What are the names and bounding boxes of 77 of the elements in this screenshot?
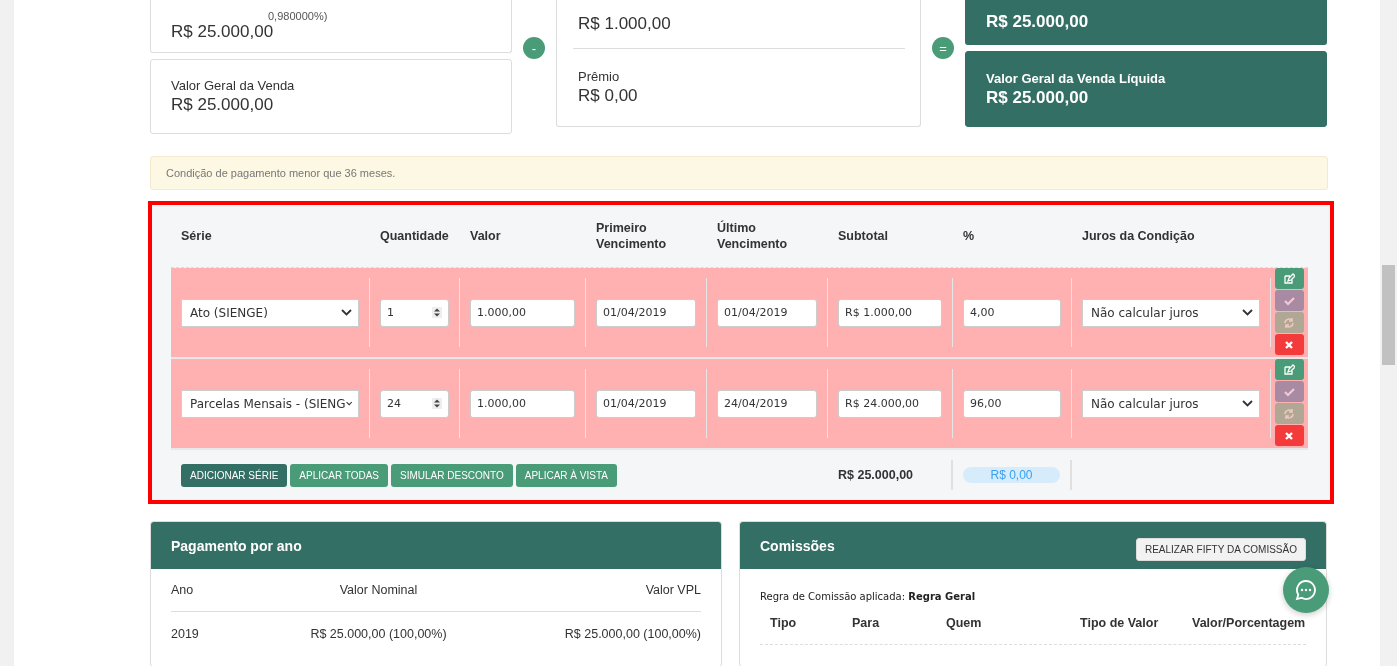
column-header: Série xyxy=(180,228,213,244)
column-header: Valor xyxy=(469,228,502,244)
difference-amount: R$ 0,00 xyxy=(963,467,1060,483)
first-due-date-field[interactable]: 01/04/2019 xyxy=(596,298,696,327)
card-value: R$ 25.000,00 xyxy=(171,22,275,42)
card-label: Valor Geral da Venda Líquida xyxy=(986,70,1167,86)
chevron-down-icon xyxy=(1242,400,1253,407)
edit-button[interactable] xyxy=(1274,359,1304,380)
first-due-date-field[interactable]: 01/04/2019 xyxy=(596,389,696,418)
interest-select[interactable]: Não calcular juros xyxy=(1082,298,1260,327)
quantity-field[interactable]: 1 xyxy=(380,298,449,327)
column-header: Quem xyxy=(946,616,983,630)
close-icon xyxy=(1283,338,1295,351)
commission-rule-text: Regra de Comissão aplicada: Regra Geral xyxy=(760,590,977,602)
scrollbar[interactable] xyxy=(1380,0,1397,666)
table-cell-text: R$ 25.000,00 (100,00%) xyxy=(563,627,701,641)
column-header: Subtotal xyxy=(837,228,889,244)
column-header: Valor Nominal xyxy=(338,583,419,597)
quantity-field[interactable]: 24 xyxy=(380,389,449,418)
refresh-icon xyxy=(1283,407,1295,420)
edit-icon xyxy=(1283,272,1295,285)
total-amount: R$ 25.000,00 xyxy=(838,468,914,482)
percent-note: 0,980000%) xyxy=(268,10,329,22)
check-icon xyxy=(1283,385,1295,398)
close-button[interactable] xyxy=(1274,334,1304,355)
check-button[interactable] xyxy=(1274,381,1304,402)
column-header: Valor VPL xyxy=(644,583,701,597)
card-value: R$ 25.000,00 xyxy=(171,95,275,115)
minus-sign: - xyxy=(523,37,545,59)
card-label: Valor Geral da Venda xyxy=(171,78,296,93)
check-icon xyxy=(1283,294,1295,307)
close-icon xyxy=(1283,429,1295,442)
card-value: R$ 25.000,00 xyxy=(986,12,1090,32)
edit-button[interactable] xyxy=(1274,268,1304,289)
panel-title: Pagamento por ano xyxy=(171,537,302,554)
refresh-icon xyxy=(1283,316,1295,329)
card-label: Prêmio xyxy=(578,69,621,84)
subtotal-field[interactable]: R$ 1.000,00 xyxy=(838,298,942,327)
column-header: Tipo xyxy=(770,616,798,630)
warning-alert: Condição de pagamento menor que 36 meses. xyxy=(150,156,1328,190)
card-value: R$ 1.000,00 xyxy=(578,14,672,34)
column-header: Valor/Porcentagem xyxy=(1192,616,1306,630)
subtotal-field[interactable]: R$ 24.000,00 xyxy=(838,389,942,418)
column-header: Juros da Condição xyxy=(1081,228,1196,244)
column-header: Para xyxy=(852,616,881,630)
column-header: Ano xyxy=(171,583,195,597)
card-value: R$ 0,00 xyxy=(578,86,639,106)
table-cell-text: R$ 25.000,00 (100,00%) xyxy=(309,627,448,641)
column-header: Último Vencimento xyxy=(716,220,789,252)
chevron-down-icon xyxy=(341,309,352,316)
value-field[interactable]: 1.000,00 xyxy=(470,389,575,418)
panel-title: Comissões xyxy=(760,537,835,554)
percent-field[interactable]: 4,00 xyxy=(963,298,1061,327)
table-cell-text: 2019 xyxy=(171,627,200,641)
card-value: R$ 25.000,00 xyxy=(986,87,1090,108)
value-field[interactable]: 1.000,00 xyxy=(470,298,575,327)
series-select[interactable]: Parcelas Mensais - (SIENG xyxy=(181,389,359,418)
spinner-arrows-icon xyxy=(432,398,442,409)
chevron-down-icon xyxy=(1242,309,1253,316)
column-header: Quantidade xyxy=(379,228,450,244)
chevron-down-icon xyxy=(345,400,352,407)
check-button[interactable] xyxy=(1274,290,1304,311)
last-due-date-field[interactable]: 01/04/2019 xyxy=(717,298,817,327)
equals-sign: = xyxy=(932,37,954,59)
edit-icon xyxy=(1283,363,1295,376)
action-button[interactable]: ADICIONAR SÉRIE xyxy=(181,463,288,487)
series-select[interactable]: Ato (SIENGE) xyxy=(181,298,359,327)
column-header: Primeiro Vencimento xyxy=(595,220,668,252)
column-header: Tipo de Valor xyxy=(1080,616,1160,630)
interest-select[interactable]: Não calcular juros xyxy=(1082,389,1260,418)
last-due-date-field[interactable]: 24/04/2019 xyxy=(717,389,817,418)
spinner-arrows-icon xyxy=(432,307,442,318)
percent-field[interactable]: 96,00 xyxy=(963,389,1061,418)
fifty-commission-button[interactable]: REALIZAR FIFTY DA COMISSÃO xyxy=(1135,538,1306,561)
column-header: % xyxy=(962,228,976,244)
close-button[interactable] xyxy=(1274,425,1304,446)
chat-bubble-icon xyxy=(1295,579,1317,601)
